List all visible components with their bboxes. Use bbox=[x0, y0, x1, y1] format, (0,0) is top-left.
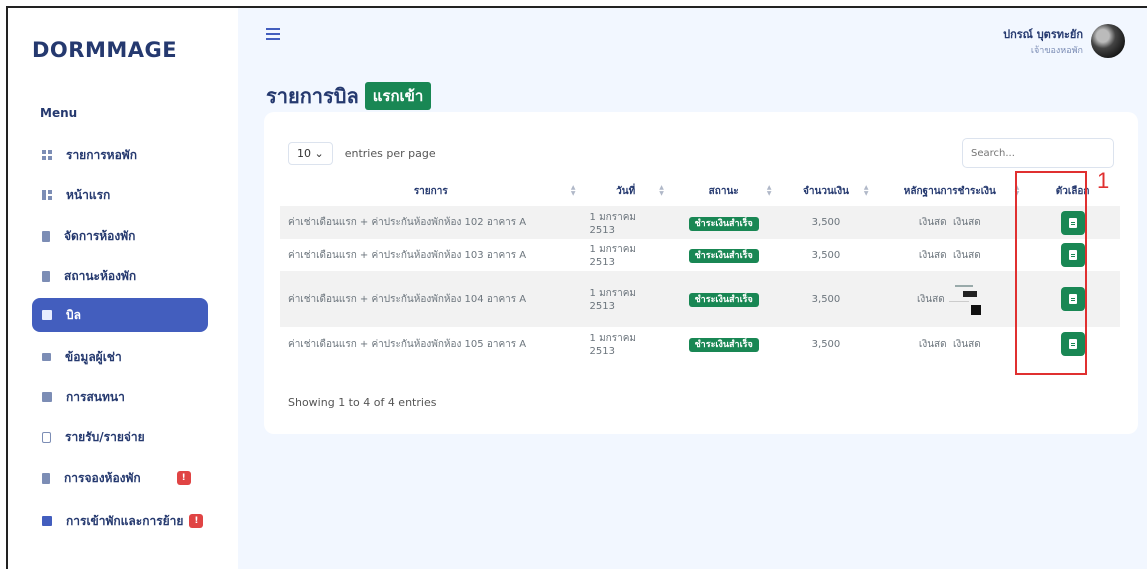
sidebar-item-label: สถานะห้องพัก bbox=[64, 268, 137, 283]
table-info: Showing 1 to 4 of 4 entries bbox=[288, 396, 437, 409]
payment-slip-thumbnail[interactable] bbox=[948, 279, 983, 319]
annotation-highlight-box bbox=[1015, 171, 1087, 375]
alert-badge: ! bbox=[189, 514, 204, 528]
sidebar-item-dorm-list[interactable]: รายการหอพัก bbox=[32, 138, 208, 172]
menu-title: Menu bbox=[40, 106, 78, 120]
chat-icon bbox=[42, 392, 52, 402]
building-icon bbox=[42, 230, 50, 242]
sidebar-item-label: การเข้าพักและการย้าย bbox=[66, 513, 184, 528]
sidebar: DORMMAGE Menu รายการหอพัก หน้าแรก จัดการ… bbox=[8, 8, 238, 569]
move-icon bbox=[42, 516, 52, 526]
table-row: ค่าเช่าเดือนแรก + ค่าประกันห้องพักห้อง 1… bbox=[280, 327, 1120, 361]
user-name: ปกรณ์ บุตรทะยัก bbox=[1003, 28, 1083, 41]
cell-date: 1 มกราคม 2513 bbox=[589, 244, 636, 268]
sidebar-item-label: จัดการห้องพัก bbox=[64, 228, 136, 243]
app-frame: DORMMAGE Menu รายการหอพัก หน้าแรก จัดการ… bbox=[6, 6, 1147, 569]
table-row: ค่าเช่าเดือนแรก + ค่าประกันห้องพักห้อง 1… bbox=[280, 239, 1120, 271]
cell-amount: 3,500 bbox=[777, 271, 875, 327]
cell-date: 1 มกราคม 2513 bbox=[589, 333, 636, 357]
sidebar-item-label: รายการหอพัก bbox=[66, 147, 137, 162]
column-header-amount[interactable]: จำนวนเงิน ▲ ▼ bbox=[778, 176, 875, 206]
people-icon bbox=[42, 353, 51, 361]
sidebar-item-chat[interactable]: การสนทนา bbox=[32, 380, 208, 414]
status-badge: ชำระเงินสำเร็จ bbox=[688, 293, 759, 307]
column-header-item[interactable]: รายการ ▲ ▼ bbox=[280, 176, 582, 206]
sidebar-item-move-in-out[interactable]: การเข้าพักและการย้าย ! bbox=[32, 504, 208, 538]
receipt-icon bbox=[42, 310, 52, 320]
sidebar-item-label: บิล bbox=[66, 307, 81, 322]
status-badge: ชำระเงินสำเร็จ bbox=[688, 249, 759, 263]
status-badge: ชำระเงินสำเร็จ bbox=[688, 338, 759, 352]
dashboard-icon bbox=[42, 190, 52, 200]
menu-toggle-icon[interactable] bbox=[266, 28, 280, 40]
sidebar-item-label: รายรับ/รายจ่าย bbox=[65, 429, 145, 444]
avatar[interactable] bbox=[1091, 24, 1125, 58]
entries-per-page-select[interactable]: 10 ⌄ bbox=[288, 142, 333, 165]
user-menu[interactable]: ปกรณ์ บุตรทะยัก เจ้าของหอพัก bbox=[1003, 24, 1125, 58]
sidebar-item-income-expense[interactable]: รายรับ/รายจ่าย bbox=[32, 420, 208, 454]
entries-length: 10 ⌄ entries per page bbox=[288, 142, 436, 165]
main-content: ปกรณ์ บุตรทะยัก เจ้าของหอพัก รายการบิล แ… bbox=[238, 8, 1147, 569]
cell-item: ค่าเช่าเดือนแรก + ค่าประกันห้องพักห้อง 1… bbox=[288, 338, 527, 350]
page-heading: รายการบิล แรกเข้า bbox=[266, 80, 432, 112]
sidebar-item-home[interactable]: หน้าแรก bbox=[32, 178, 208, 212]
cell-item: ค่าเช่าเดือนแรก + ค่าประกันห้องพักห้อง 1… bbox=[288, 249, 527, 261]
bills-table: รายการ ▲ ▼ วันที่ ▲ ▼ สถานะ ▲ ▼ จำนวนเงิน ▲ ▼ หล… bbox=[280, 176, 1120, 361]
user-role: เจ้าของหอพัก bbox=[1030, 46, 1083, 56]
sidebar-item-bookings[interactable]: การจองห้องพัก ! bbox=[32, 461, 208, 495]
status-badge: ชำระเงินสำเร็จ bbox=[688, 216, 759, 231]
cell-proof: เงินสด เงินสด bbox=[918, 249, 981, 261]
column-header-date[interactable]: วันที่ ▲ ▼ bbox=[582, 176, 670, 206]
cell-item: ค่าเช่าเดือนแรก + ค่าประกันห้องพักห้อง 1… bbox=[280, 206, 582, 239]
sidebar-item-label: การจองห้องพัก bbox=[64, 470, 141, 485]
alert-badge: ! bbox=[176, 471, 191, 485]
sidebar-item-label: ข้อมูลผู้เช่า bbox=[65, 349, 122, 364]
logo: DORMMAGE bbox=[32, 38, 178, 62]
bills-card: 10 ⌄ entries per page รายการ▲▼ วันที่▲▼ … bbox=[264, 112, 1138, 434]
table-row: ค่าเช่าเดือนแรก + ค่าประกันห้องพักห้อง 1… bbox=[280, 206, 1120, 239]
sidebar-item-label: หน้าแรก bbox=[66, 187, 111, 202]
building-status-icon bbox=[42, 270, 50, 282]
sidebar-item-manage-rooms[interactable]: จัดการห้องพัก bbox=[32, 219, 208, 253]
sidebar-item-tenants[interactable]: ข้อมูลผู้เช่า bbox=[32, 340, 208, 374]
column-header-proof[interactable]: หลักฐานการชำระเงิน ▲ ▼ bbox=[874, 176, 1025, 206]
cell-date: 1 มกราคม 2513 bbox=[581, 271, 670, 327]
bookmark-icon bbox=[42, 472, 50, 484]
page-title: รายการบิล bbox=[266, 84, 359, 108]
cell-proof: เงินสด bbox=[874, 271, 1026, 327]
cell-amount: 3,500 bbox=[811, 338, 841, 350]
cell-proof: เงินสด เงินสด bbox=[874, 206, 1026, 239]
sidebar-item-label: การสนทนา bbox=[66, 389, 125, 404]
grid-icon bbox=[42, 150, 52, 160]
cell-date: 1 มกราคม 2513 bbox=[581, 206, 670, 239]
entries-per-page-label: entries per page bbox=[344, 147, 436, 160]
cell-item: ค่าเช่าเดือนแรก + ค่าประกันห้องพักห้อง 1… bbox=[280, 271, 582, 327]
cell-amount: 3,500 bbox=[811, 249, 841, 261]
page-title-badge: แรกเข้า bbox=[364, 82, 432, 110]
table-row: ค่าเช่าเดือนแรก + ค่าประกันห้องพักห้อง 1… bbox=[280, 271, 1120, 327]
wallet-icon bbox=[42, 431, 51, 443]
cell-proof: เงินสด เงินสด bbox=[918, 338, 981, 350]
sidebar-item-room-status[interactable]: สถานะห้องพัก bbox=[32, 259, 208, 293]
cell-amount: 3,500 bbox=[777, 206, 875, 239]
search-input[interactable] bbox=[962, 138, 1114, 168]
annotation-number: 1 bbox=[1097, 168, 1110, 193]
column-header-status[interactable]: สถานะ ▲ ▼ bbox=[670, 176, 778, 206]
sidebar-item-bills[interactable]: บิล bbox=[32, 298, 208, 332]
